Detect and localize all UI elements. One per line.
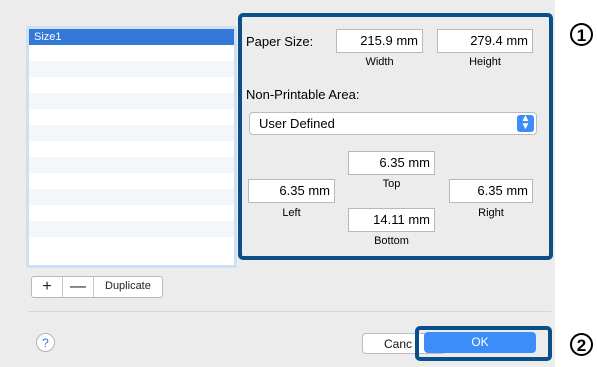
list-item [29, 141, 234, 157]
highlight-frame-ok [415, 326, 552, 361]
list-item[interactable]: Size1 [29, 29, 234, 45]
list-item [29, 109, 234, 125]
list-item [29, 125, 234, 141]
paper-size-list[interactable]: Size1 [26, 26, 237, 268]
list-item [29, 77, 234, 93]
list-item [29, 221, 234, 237]
duplicate-button[interactable]: Duplicate [93, 277, 162, 297]
highlight-frame-settings [238, 13, 553, 260]
list-item [29, 189, 234, 205]
list-item [29, 61, 234, 77]
list-item [29, 237, 234, 253]
help-button[interactable]: ? [36, 333, 55, 352]
list-item [29, 93, 234, 109]
callout-marker-1: 1 [570, 23, 593, 46]
list-item [29, 45, 234, 61]
add-button[interactable]: + [32, 277, 62, 297]
callout-marker-2: 2 [570, 333, 593, 356]
list-item [29, 173, 234, 189]
list-item [29, 157, 234, 173]
list-controls: + — Duplicate [31, 276, 163, 298]
divider [28, 311, 551, 312]
list-item [29, 205, 234, 221]
remove-button[interactable]: — [62, 277, 93, 297]
